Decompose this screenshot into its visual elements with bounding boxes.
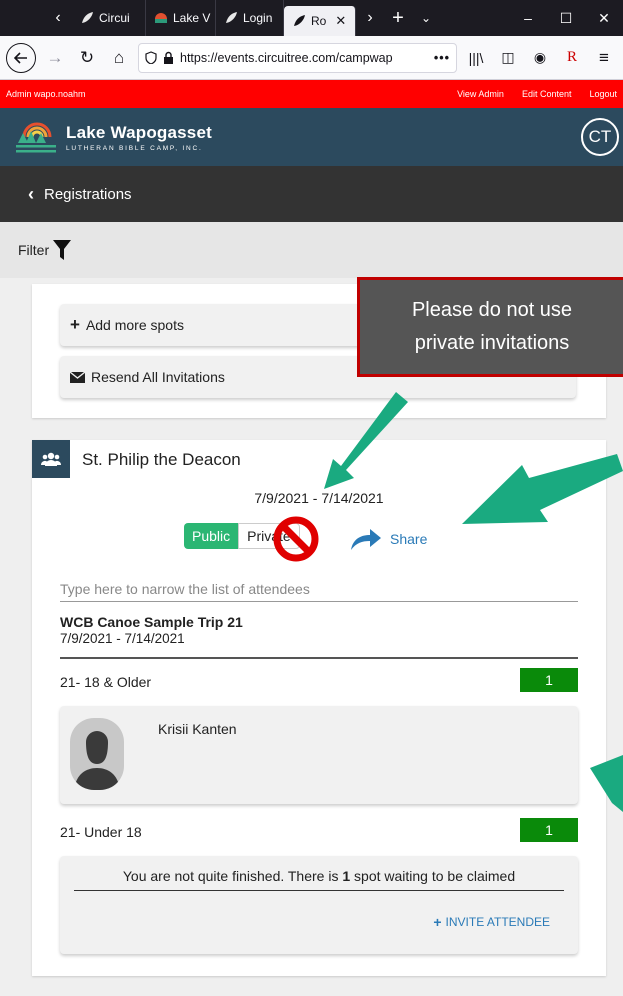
annotation-line-1: Please do not use: [411, 299, 573, 321]
admin-user: Admin wapo.noahm: [6, 89, 86, 99]
sidebar-icon[interactable]: ◫: [495, 45, 521, 71]
forward-button[interactable]: →: [42, 45, 68, 71]
tab-label: Login: [243, 11, 273, 25]
view-admin-link[interactable]: View Admin: [457, 89, 504, 99]
category-label: 21- Under 18: [60, 824, 142, 840]
circuitree-icon: [226, 12, 237, 23]
shield-icon: [145, 51, 157, 64]
page-actions-icon[interactable]: •••: [434, 51, 450, 65]
tab-label: Lake V: [173, 11, 211, 25]
window-close-icon[interactable]: ✕: [585, 10, 623, 27]
category-label: 21- 18 & Older: [60, 674, 152, 690]
group-card: St. Philip the Deacon 7/9/2021 - 7/14/20…: [32, 440, 606, 976]
site-title: Lake Wapogasset: [66, 122, 212, 142]
lake-logo-icon: [155, 13, 167, 23]
tab-label: Circui: [99, 11, 130, 25]
admin-bar: Admin wapo.noahm View Admin Edit Content…: [0, 80, 623, 108]
logout-link[interactable]: Logout: [589, 89, 617, 99]
ct-badge[interactable]: CT: [581, 118, 619, 156]
edit-content-link[interactable]: Edit Content: [522, 89, 572, 99]
back-label: Registrations: [44, 185, 132, 203]
site-header: Lake Wapogasset LUTHERAN BIBLE CAMP, INC…: [0, 108, 623, 166]
back-arrow-icon: [14, 51, 27, 64]
menu-icon[interactable]: ≡: [591, 45, 617, 71]
waiting-spot-card: You are not quite finished. There is 1 s…: [60, 856, 578, 954]
waiting-count: 1: [342, 868, 351, 884]
home-icon[interactable]: ⌂: [106, 45, 132, 71]
filter-label: Filter: [18, 242, 50, 258]
funnel-icon: [53, 240, 72, 260]
extension-icon[interactable]: ◉: [527, 45, 553, 71]
browser-tab-active[interactable]: Ro ✕: [284, 6, 356, 36]
share-button[interactable]: Share: [350, 527, 427, 551]
attendee-name: Krisii Kanten: [158, 721, 237, 737]
visibility-toggle[interactable]: Public Private: [184, 523, 300, 549]
address-bar[interactable]: https://events.circuitree.com/campwap ••…: [138, 42, 457, 73]
browser-tab-2[interactable]: Lake V: [146, 0, 216, 36]
tab-scroll-right-icon[interactable]: ›: [356, 0, 384, 36]
new-tab-icon[interactable]: +: [384, 0, 412, 36]
site-logo-text[interactable]: Lake Wapogasset LUTHERAN BIBLE CAMP, INC…: [66, 123, 212, 152]
extension-r-icon[interactable]: R: [559, 45, 585, 71]
browser-tab-1[interactable]: Circui: [72, 0, 146, 36]
trip-name: WCB Canoe Sample Trip 21: [60, 614, 243, 630]
tab-scroll-left-icon[interactable]: ‹: [44, 0, 72, 36]
waiting-text-start: You are not quite finished. There is: [122, 868, 343, 884]
browser-tab-bar: ‹ Circui Lake V Login Ro ✕ › + ⌄ – ☐ ✕: [0, 0, 623, 36]
annotation-line-2: private invitations: [414, 332, 570, 354]
invite-attendee-button[interactable]: + INVITE ATTENDEE: [433, 914, 550, 930]
filter-bar[interactable]: Filter: [0, 222, 623, 278]
share-arrow-icon: [351, 529, 381, 550]
envelope-icon: [70, 371, 85, 383]
browser-toolbar: → ↻ ⌂ https://events.circuitree.com/camp…: [0, 36, 623, 80]
public-toggle-button[interactable]: Public: [184, 523, 239, 549]
back-button[interactable]: [6, 42, 36, 73]
plus-icon: +: [70, 315, 80, 334]
category-count-badge: 1: [520, 668, 578, 692]
maximize-icon[interactable]: ☐: [547, 10, 585, 27]
browser-tab-3[interactable]: Login: [216, 0, 284, 36]
category-count-badge: 1: [520, 818, 578, 842]
category-row: 21- 18 & Older 1: [60, 668, 578, 692]
circuitree-icon: [82, 12, 93, 23]
registrations-nav[interactable]: ‹ Registrations: [0, 166, 623, 222]
group-name: St. Philip the Deacon: [82, 450, 241, 469]
resend-label: Resend All Invitations: [91, 369, 225, 385]
plus-icon: +: [433, 914, 442, 930]
trip-dates: 7/9/2021 - 7/14/2021: [60, 631, 185, 646]
list-tabs-icon[interactable]: ⌄: [412, 0, 440, 36]
attendee-search-input[interactable]: Type here to narrow the list of attendee…: [60, 581, 578, 602]
url-text: https://events.circuitree.com/campwap: [180, 50, 393, 65]
site-subtitle: LUTHERAN BIBLE CAMP, INC.: [66, 144, 203, 152]
chevron-left-icon: ‹: [28, 183, 34, 204]
group-dates: 7/9/2021 - 7/14/2021: [254, 490, 384, 506]
close-tab-icon[interactable]: ✕: [335, 13, 346, 29]
main-content: + Add more spots Resend All Invitations …: [0, 278, 623, 996]
avatar: [70, 718, 124, 790]
minimize-icon[interactable]: –: [509, 10, 547, 26]
reload-icon[interactable]: ↻: [74, 45, 100, 71]
invite-label: INVITE ATTENDEE: [445, 915, 550, 929]
annotation-callout: Please do not use private invitations: [357, 277, 623, 377]
users-icon: [32, 440, 70, 478]
category-row: 21- Under 18 1: [60, 818, 578, 842]
tab-label: Ro: [311, 14, 327, 28]
share-label: Share: [390, 531, 428, 547]
lake-logo-icon: [16, 122, 56, 153]
private-toggle-button[interactable]: Private: [238, 523, 300, 549]
lock-icon: [164, 51, 173, 64]
circuitree-icon: [294, 15, 305, 26]
waiting-message: You are not quite finished. There is 1 s…: [74, 868, 564, 891]
add-spots-label: Add more spots: [85, 317, 184, 333]
attendee-card[interactable]: Krisii Kanten: [60, 706, 578, 804]
divider: [60, 657, 578, 659]
library-icon[interactable]: |||\: [463, 45, 489, 71]
waiting-text-end: spot waiting to be claimed: [350, 868, 516, 884]
